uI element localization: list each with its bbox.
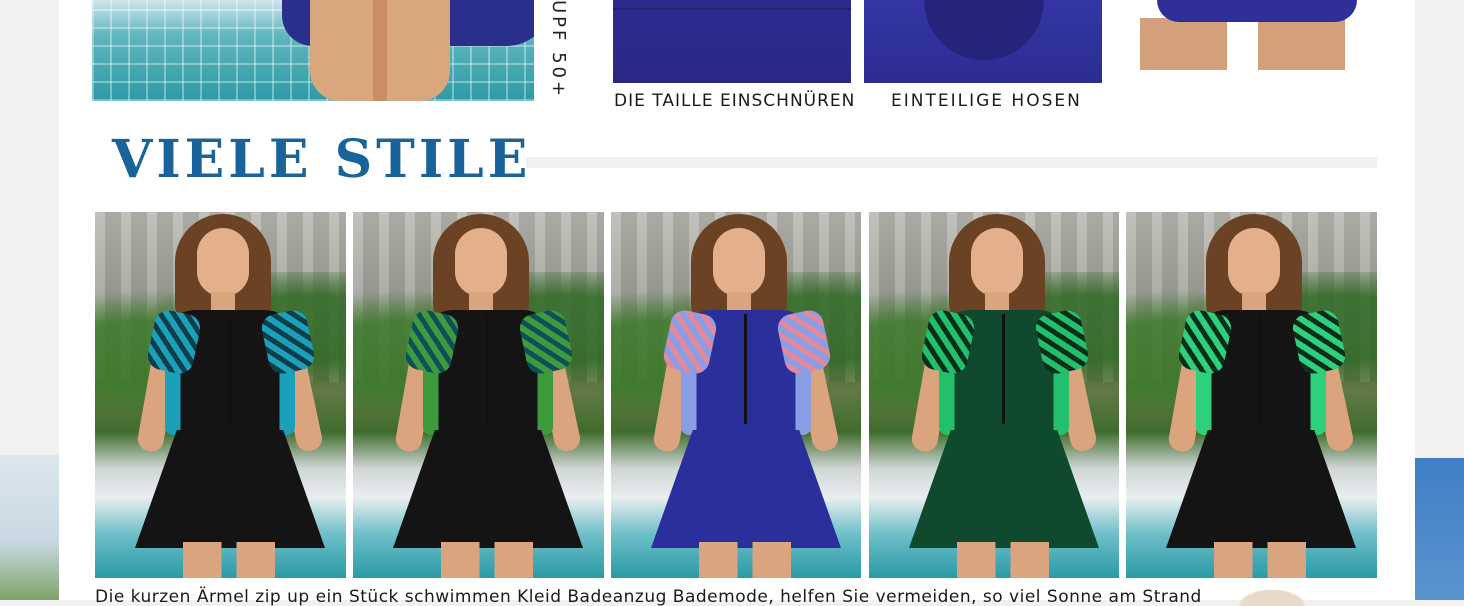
upf-label: UPF 50+ <box>548 0 569 100</box>
waist-detail-photo <box>613 0 851 83</box>
model-legs <box>183 542 275 578</box>
model-face <box>455 228 507 296</box>
swim-skirt <box>393 430 583 548</box>
model-face <box>197 228 249 296</box>
pool-skirt-photo <box>92 0 534 101</box>
model-face <box>971 228 1023 296</box>
legs-detail <box>1121 18 1357 70</box>
title-divider <box>526 157 1377 168</box>
caption-waist: DIE TAILLE EINSCHNÜREN <box>614 91 856 111</box>
waist-seam <box>613 8 851 10</box>
swim-skirt <box>135 430 325 548</box>
front-zipper <box>228 314 231 424</box>
front-zipper <box>744 314 747 424</box>
swim-skirt <box>909 430 1099 548</box>
model-legs <box>441 542 533 578</box>
caption-one-piece: EINTEILIGE HOSEN <box>891 91 1082 111</box>
section-title: VIELE STILE <box>112 129 532 190</box>
inner-brief <box>924 0 1044 60</box>
legs-detail <box>310 0 450 101</box>
front-zipper <box>1002 314 1005 424</box>
style-photo-1[interactable] <box>95 212 346 578</box>
style-photo-5[interactable] <box>1126 212 1377 578</box>
skirt-hem <box>1157 0 1357 22</box>
model-legs <box>1214 542 1306 578</box>
background-photo-left <box>0 455 60 600</box>
model-legs <box>957 542 1049 578</box>
model-face <box>713 228 765 296</box>
next-photo-peek <box>1232 586 1312 606</box>
swim-skirt <box>651 430 841 548</box>
style-photo-4[interactable] <box>869 212 1119 578</box>
front-zipper <box>1259 314 1262 424</box>
background-photo-right <box>1414 458 1464 600</box>
model-legs <box>699 542 791 578</box>
model-face <box>1228 228 1280 296</box>
style-photo-3[interactable] <box>611 212 861 578</box>
front-zipper <box>486 314 489 424</box>
style-photo-2[interactable] <box>353 212 604 578</box>
hem-detail-photo <box>1121 0 1357 70</box>
product-description: Die kurzen Ärmel zip up ein Stück schwim… <box>95 587 1202 606</box>
swim-skirt <box>1166 430 1356 548</box>
brief-detail-photo <box>864 0 1102 83</box>
